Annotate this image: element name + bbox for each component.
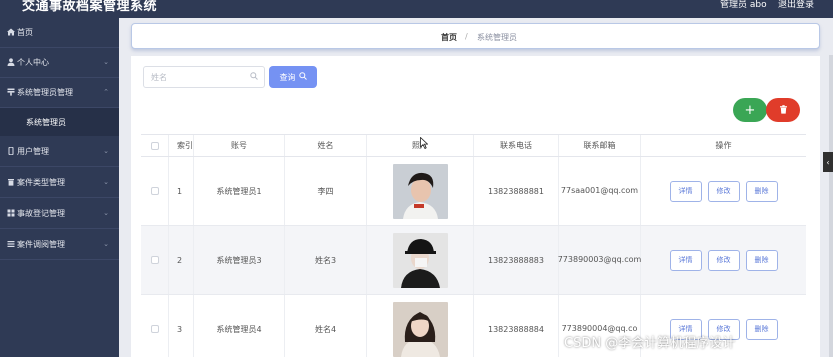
row-index: 3 xyxy=(169,295,194,357)
current-user: 管理员 abo xyxy=(720,0,767,10)
row-photo-cell xyxy=(367,157,474,225)
trash-icon xyxy=(779,104,788,116)
grid-icon xyxy=(7,209,17,219)
search-input[interactable] xyxy=(143,66,265,88)
chevron-left-icon: ‹ xyxy=(826,157,830,167)
row-index: 1 xyxy=(169,157,194,225)
list-icon xyxy=(7,240,17,250)
query-button-label: 查询 xyxy=(279,72,296,82)
app-title: 交通事故档案管理系统 xyxy=(22,0,158,14)
row-checkbox[interactable] xyxy=(150,325,159,333)
logout-link[interactable]: 退出登录 xyxy=(778,0,814,10)
row-actions: 详情 修改 删除 xyxy=(641,157,806,225)
sidebar-subitem-label: 系统管理员 xyxy=(26,117,66,127)
table-header: 索引 账号 姓名 照片 联系电话 联系邮箱 操作 xyxy=(141,134,806,157)
header-account: 账号 xyxy=(194,135,285,156)
row-actions: 详情 修改 删除 xyxy=(641,226,806,294)
delete-button[interactable]: 删除 xyxy=(745,180,778,202)
select-all-checkbox[interactable] xyxy=(150,141,159,150)
breadcrumb-separator: / xyxy=(465,32,468,41)
row-phone: 13823888881 xyxy=(474,157,559,225)
row-index: 2 xyxy=(169,226,194,294)
sidebar-item-user-management[interactable]: 用户管理 ⌄ xyxy=(0,137,119,167)
edit-button[interactable]: 修改 xyxy=(707,180,740,202)
breadcrumb: 首页 / 系统管理员 xyxy=(131,23,820,49)
breadcrumb-home[interactable]: 首页 xyxy=(441,32,457,43)
chevron-up-icon: ⌃ xyxy=(103,88,109,96)
chevron-down-icon: ⌄ xyxy=(103,209,109,217)
delete-button[interactable]: 删除 xyxy=(745,318,778,340)
chevron-down-icon: ⌄ xyxy=(103,240,109,248)
row-checkbox-cell xyxy=(141,226,169,294)
search-icon xyxy=(298,72,307,82)
male-portrait-photo xyxy=(392,163,448,219)
row-checkbox[interactable] xyxy=(150,187,159,195)
main-content: 查询 + 索引 账号 姓名 照片 联系电话 联系邮箱 操作 1 系统管理员1 李… xyxy=(131,56,820,357)
header-checkbox-cell xyxy=(141,135,169,156)
row-name: 姓名3 xyxy=(285,226,367,294)
batch-delete-button[interactable] xyxy=(766,98,800,122)
sidebar-item-label: 案件类型管理 xyxy=(17,178,65,187)
sidebar-item-label: 首页 xyxy=(17,28,33,37)
row-photo-cell xyxy=(367,226,474,294)
female-portrait-photo xyxy=(392,301,448,357)
sidebar-item-label: 案件调阅管理 xyxy=(17,240,65,249)
sidebar-item-label: 事故登记管理 xyxy=(17,209,65,218)
collapse-panel-tab[interactable]: ‹ xyxy=(823,152,833,172)
sidebar-item-admin-management[interactable]: 系统管理员管理 ⌃ xyxy=(0,78,119,108)
female-portrait-hat-photo xyxy=(392,232,448,288)
sidebar-subitem-admin[interactable]: 系统管理员 xyxy=(0,108,119,136)
row-checkbox-cell xyxy=(141,295,169,357)
detail-button[interactable]: 详情 xyxy=(669,180,702,202)
user-icon xyxy=(7,57,17,68)
header-operations: 操作 xyxy=(715,141,732,150)
header-index: 索引 xyxy=(169,135,194,156)
home-icon xyxy=(7,28,17,38)
table-row: 1 系统管理员1 李四 13823888881 77saa001@qq.com … xyxy=(141,157,806,226)
watermark: CSDN @李会计算机程序设计 xyxy=(564,336,736,351)
chevron-down-icon: ⌄ xyxy=(103,147,109,155)
row-checkbox-cell xyxy=(141,157,169,225)
sidebar-item-accident-registration[interactable]: 事故登记管理 ⌄ xyxy=(0,199,119,229)
row-checkbox[interactable] xyxy=(150,256,159,264)
table-row: 2 系统管理员3 姓名3 13823888883 773890003@qq.co… xyxy=(141,226,806,295)
row-email: 77saa001@qq.com xyxy=(559,157,641,225)
row-photo-cell xyxy=(367,295,474,357)
row-account: 系统管理员4 xyxy=(194,295,285,357)
sidebar-item-case-type-management[interactable]: 案件类型管理 ⌄ xyxy=(0,168,119,198)
trash-icon xyxy=(7,178,17,188)
row-email: 773890003@qq.com xyxy=(558,226,641,294)
top-bar: 交通事故档案管理系统 管理员 abo 退出登录 xyxy=(0,0,833,18)
add-button[interactable]: + xyxy=(733,98,767,122)
sidebar-item-label: 用户管理 xyxy=(17,147,49,156)
search-icon xyxy=(250,72,258,80)
detail-button[interactable]: 详情 xyxy=(669,249,702,271)
sidebar-item-label: 个人中心 xyxy=(17,58,49,67)
admin-icon xyxy=(7,88,17,98)
header-email: 联系邮箱 xyxy=(559,135,641,156)
breadcrumb-current: 系统管理员 xyxy=(477,33,517,42)
sidebar-item-personal-center[interactable]: 个人中心 ⌄ xyxy=(0,48,119,78)
mouse-cursor-icon xyxy=(420,137,428,149)
plus-icon: + xyxy=(744,102,756,118)
page-scrollbar[interactable] xyxy=(829,55,833,357)
row-phone: 13823888883 xyxy=(474,226,559,294)
header-phone: 联系电话 xyxy=(474,135,559,156)
sidebar-item-home[interactable]: 首页 xyxy=(0,18,119,48)
delete-button[interactable]: 删除 xyxy=(745,249,778,271)
query-button[interactable]: 查询 xyxy=(269,66,317,88)
sidebar-item-label: 系统管理员管理 xyxy=(17,88,73,97)
row-account: 系统管理员3 xyxy=(194,226,285,294)
chevron-down-icon: ⌄ xyxy=(103,178,109,186)
row-name: 姓名4 xyxy=(285,295,367,357)
chevron-down-icon: ⌄ xyxy=(103,58,109,66)
phone-icon xyxy=(7,146,17,157)
sidebar-item-case-review[interactable]: 案件调阅管理 ⌄ xyxy=(0,230,119,260)
header-name: 姓名 xyxy=(285,135,367,156)
sidebar: 首页 个人中心 ⌄ 系统管理员管理 ⌃ 系统管理员 用户管理 ⌄ 案件类型管理 … xyxy=(0,18,119,357)
row-phone: 13823888884 xyxy=(474,295,559,357)
row-name: 李四 xyxy=(285,157,367,225)
row-account: 系统管理员1 xyxy=(194,157,285,225)
edit-button[interactable]: 修改 xyxy=(707,249,740,271)
